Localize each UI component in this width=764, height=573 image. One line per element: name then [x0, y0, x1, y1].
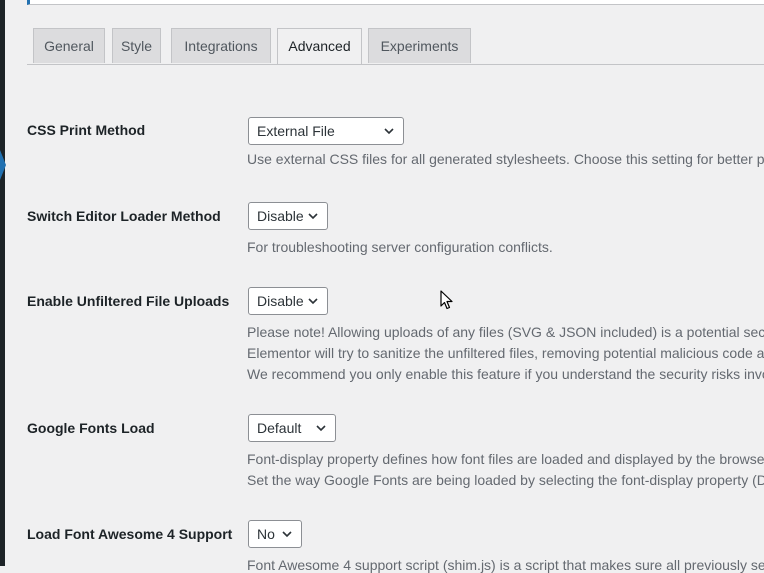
google-fonts-load-select[interactable]: Default: [248, 414, 336, 442]
unfiltered-uploads-description-line: Please note! Allowing uploads of any fil…: [247, 324, 764, 340]
google-fonts-load-value: Default: [257, 420, 302, 436]
css-print-method-description: Use external CSS files for all generated…: [247, 151, 764, 167]
editor-loader-value: Disable: [257, 208, 304, 224]
chevron-down-icon: [316, 425, 326, 432]
editor-loader-select[interactable]: Disable: [248, 202, 328, 230]
font-awesome-select[interactable]: No: [248, 520, 302, 548]
unfiltered-uploads-label: Enable Unfiltered File Uploads: [27, 293, 230, 309]
settings-tabs: General Style Integrations Advanced Expe…: [27, 28, 764, 65]
chevron-down-icon: [308, 213, 318, 220]
chevron-down-icon: [308, 298, 318, 305]
editor-loader-label: Switch Editor Loader Method: [27, 208, 221, 224]
unfiltered-uploads-description-line: Elementor will try to sanitize the unfil…: [247, 345, 764, 361]
admin-sidebar-edge: [0, 0, 5, 566]
font-awesome-label: Load Font Awesome 4 Support: [27, 526, 233, 542]
chevron-down-icon: [384, 128, 394, 135]
notice-box: [27, 0, 764, 5]
unfiltered-uploads-value: Disable: [257, 293, 304, 309]
tab-general[interactable]: General: [33, 28, 105, 63]
google-fonts-load-description-line: Set the way Google Fonts are being loade…: [247, 472, 764, 488]
font-awesome-description: Font Awesome 4 support script (shim.js) …: [247, 557, 764, 573]
editor-loader-description: For troubleshooting server configuration…: [247, 239, 553, 255]
mouse-cursor-icon: [440, 290, 453, 310]
google-fonts-load-description-line: Font-display property defines how font f…: [247, 451, 764, 467]
tab-integrations[interactable]: Integrations: [171, 28, 271, 63]
current-menu-indicator: [0, 150, 6, 180]
css-print-method-select[interactable]: External File: [248, 117, 404, 145]
google-fonts-load-label: Google Fonts Load: [27, 420, 155, 436]
css-print-method-value: External File: [257, 123, 335, 139]
tab-advanced[interactable]: Advanced: [277, 28, 362, 64]
chevron-down-icon: [282, 531, 292, 538]
tab-style[interactable]: Style: [112, 28, 161, 63]
unfiltered-uploads-select[interactable]: Disable: [248, 287, 328, 315]
font-awesome-value: No: [257, 526, 275, 542]
unfiltered-uploads-description-line: We recommend you only enable this featur…: [247, 366, 764, 382]
tab-experiments[interactable]: Experiments: [368, 28, 471, 63]
css-print-method-label: CSS Print Method: [27, 122, 146, 138]
